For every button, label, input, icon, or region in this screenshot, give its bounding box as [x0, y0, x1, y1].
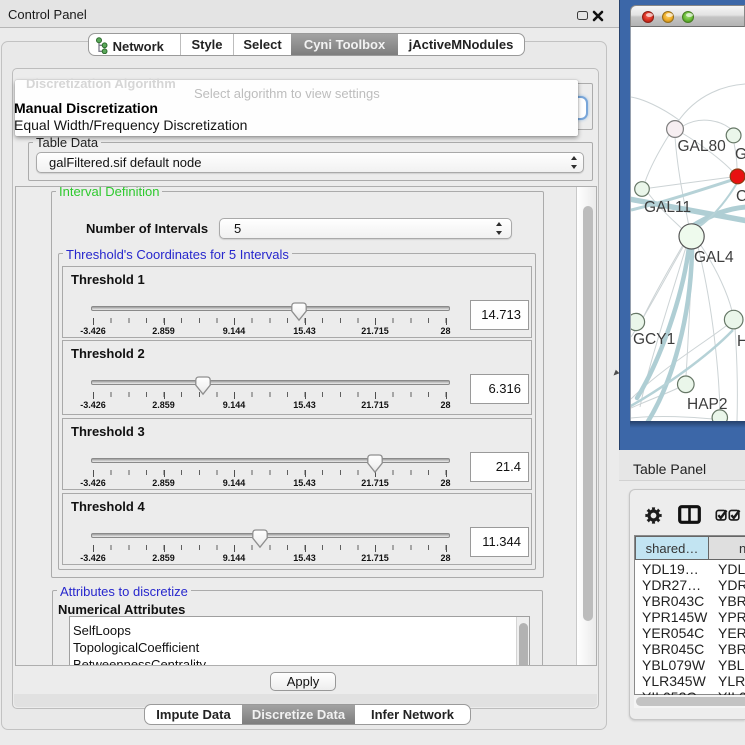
- svg-text:GAL4: GAL4: [694, 249, 734, 266]
- svg-text:GA: GA: [735, 146, 745, 163]
- svg-text:GAL11: GAL11: [644, 199, 691, 216]
- svg-text:GAL80: GAL80: [678, 138, 727, 155]
- svg-text:GCY1: GCY1: [633, 331, 675, 348]
- svg-text:HAP2: HAP2: [687, 396, 728, 413]
- svg-text:C: C: [736, 188, 745, 205]
- svg-text:H: H: [737, 333, 745, 350]
